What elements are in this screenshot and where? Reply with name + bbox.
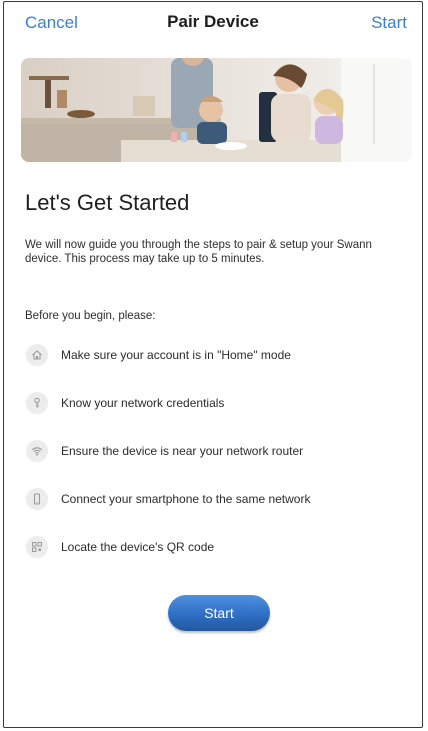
screen: Cancel Pair Device Start Let's Get Start…: [3, 1, 423, 728]
hero-image: [21, 58, 412, 162]
checklist-item-same-network: Connect your smartphone to the same netw…: [25, 488, 405, 536]
checklist-text: Know your network credentials: [61, 396, 225, 410]
checklist: Make sure your account is in "Home" mode…: [25, 344, 405, 584]
checklist-text: Locate the device's QR code: [61, 540, 215, 554]
intro-text: We will now guide you through the steps …: [25, 239, 372, 265]
page-title: Pair Device: [167, 12, 259, 31]
checklist-text: Connect your smartphone to the same netw…: [61, 492, 311, 506]
wifi-icon: [26, 440, 48, 462]
key-icon: [26, 392, 48, 414]
before-you-begin-label: Before you begin, please:: [25, 310, 156, 322]
start-button[interactable]: Start: [168, 595, 270, 631]
qr-code-icon: [26, 536, 48, 558]
checklist-item-qr-code: Locate the device's QR code: [25, 536, 405, 584]
navigation-bar: Cancel Pair Device Start: [4, 2, 422, 46]
checklist-item-home-mode: Make sure your account is in "Home" mode: [25, 344, 405, 392]
checklist-item-near-router: Ensure the device is near your network r…: [25, 440, 405, 488]
smartphone-icon: [26, 488, 48, 510]
start-nav-button[interactable]: Start: [371, 13, 407, 33]
checklist-text: Ensure the device is near your network r…: [61, 444, 304, 458]
section-heading: Let's Get Started: [25, 190, 190, 215]
checklist-item-network-credentials: Know your network credentials: [25, 392, 405, 440]
checklist-text: Make sure your account is in "Home" mode: [61, 348, 291, 362]
home-icon: [26, 344, 48, 366]
